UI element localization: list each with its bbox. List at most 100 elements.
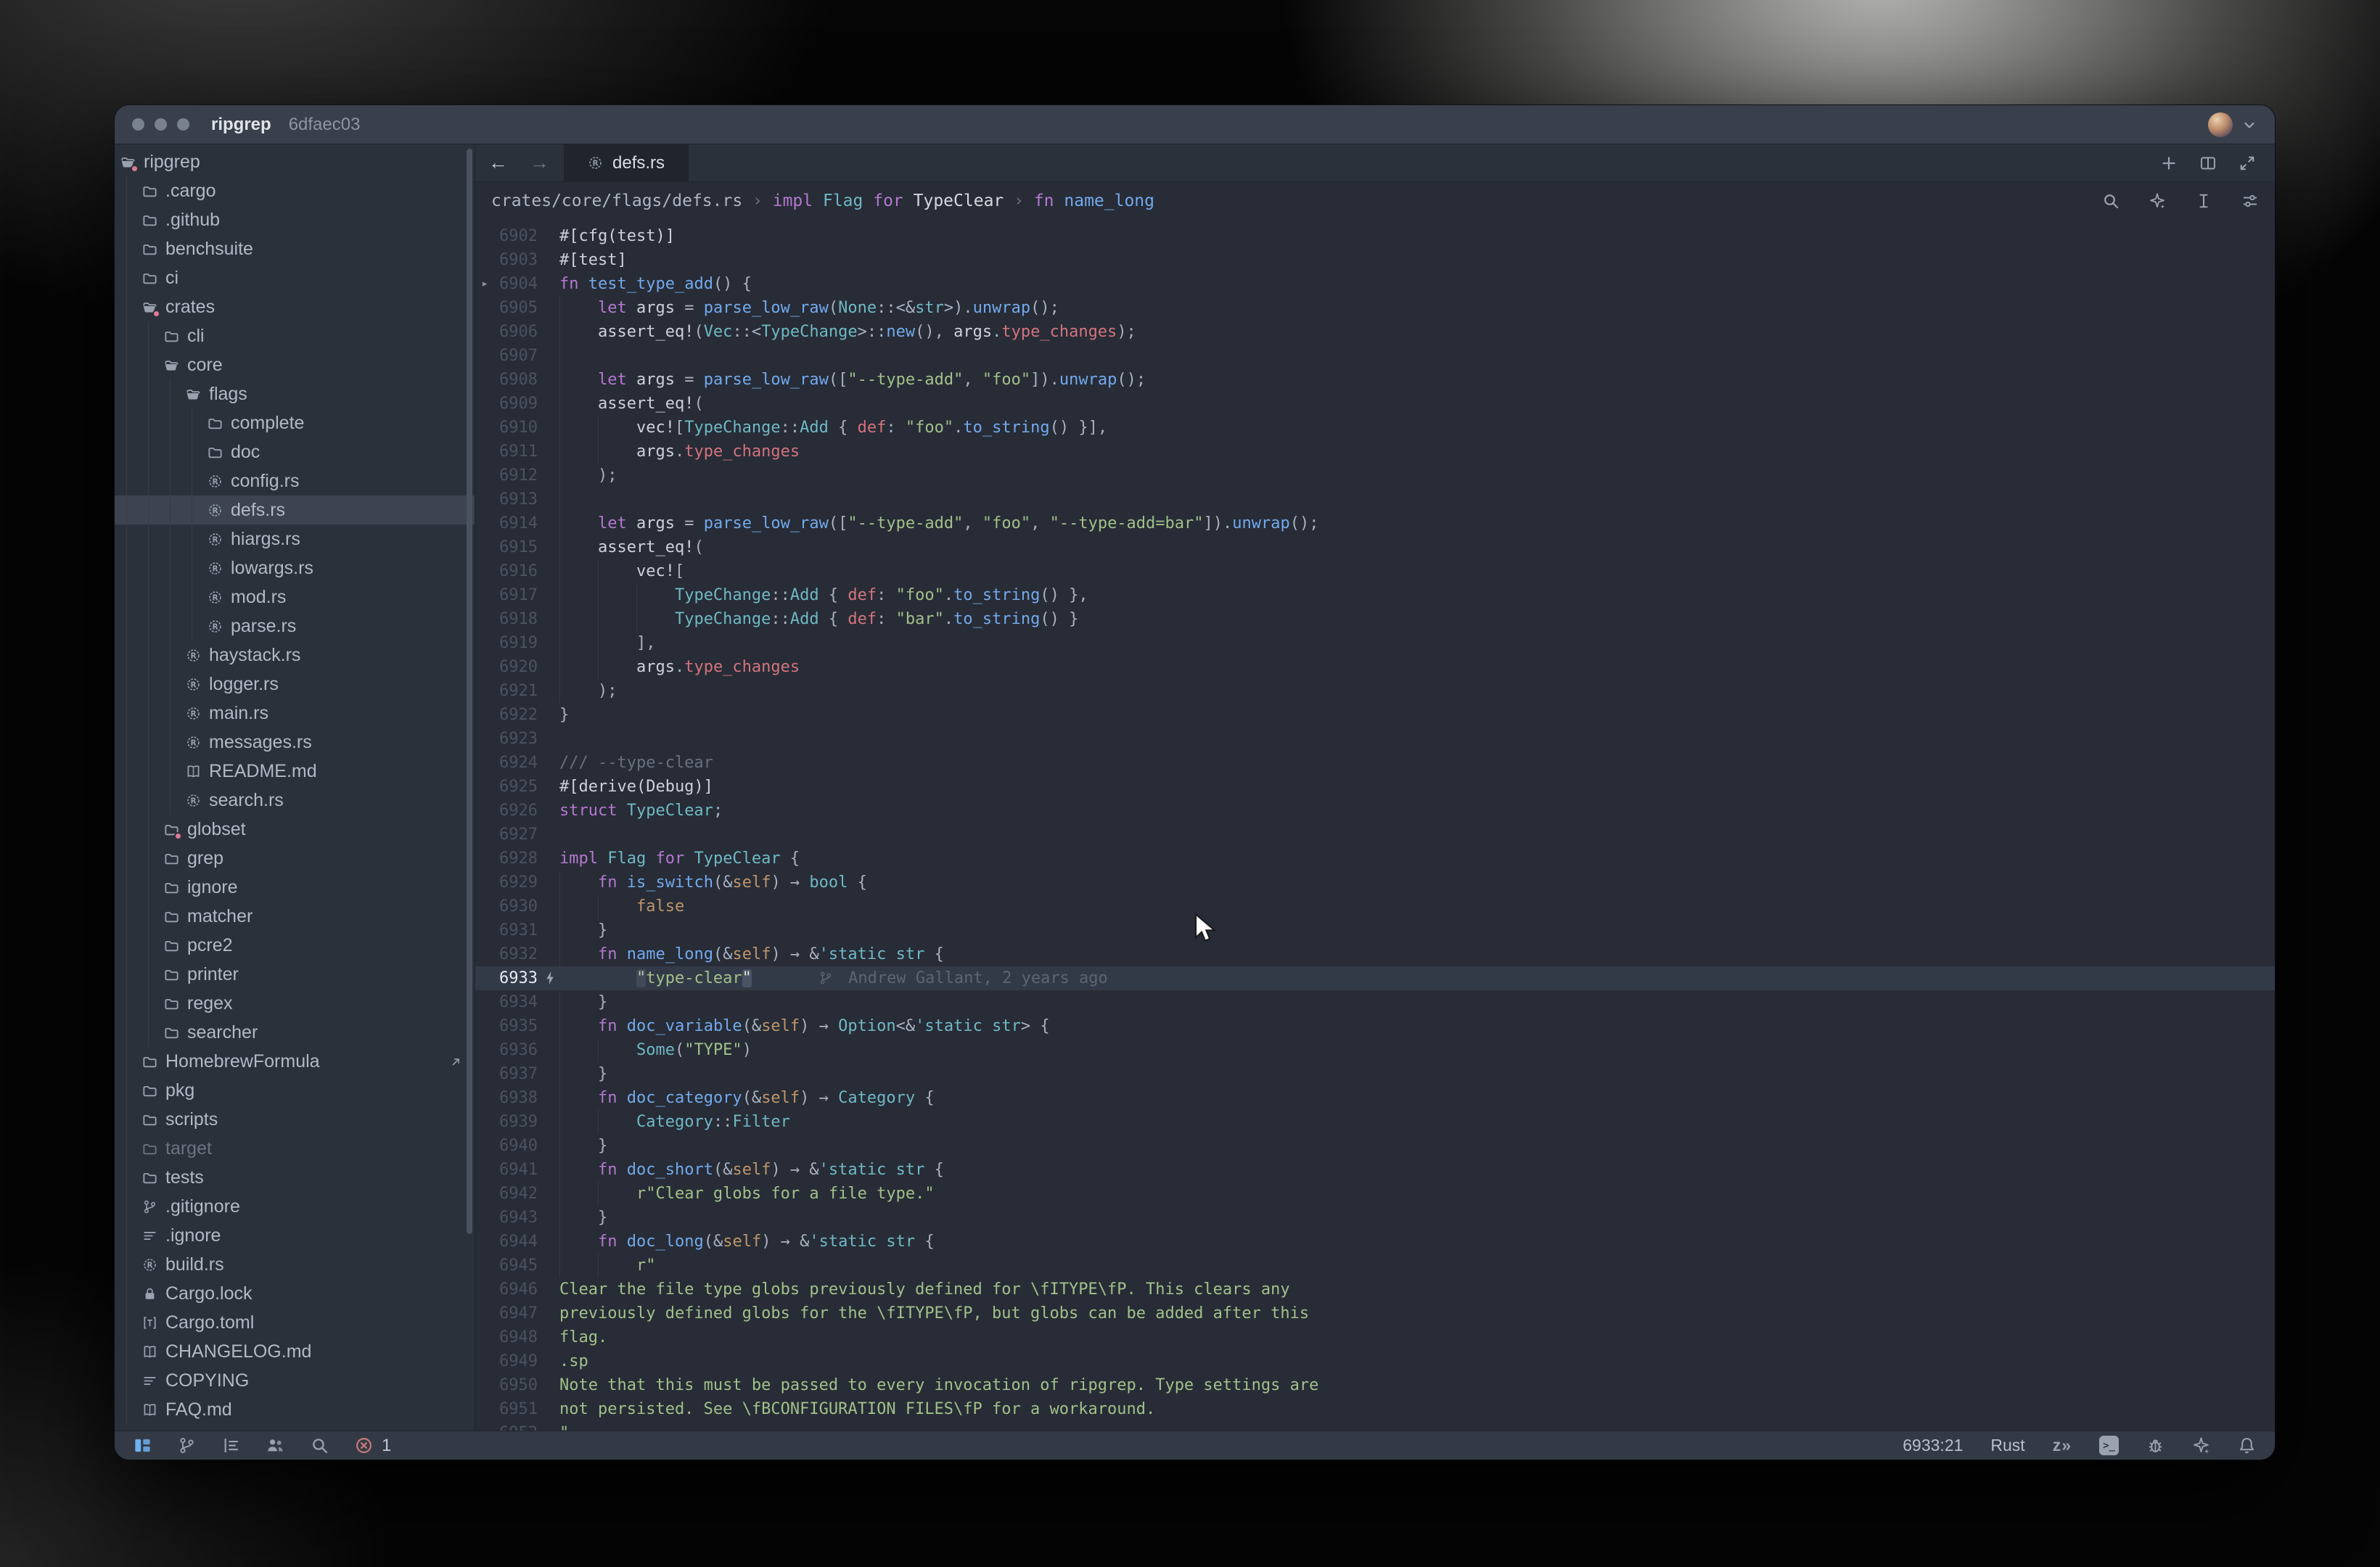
inline-assist-icon[interactable]	[2149, 192, 2166, 210]
code-line[interactable]: 6926struct TypeClear;	[475, 799, 2275, 823]
code-line[interactable]: 6931 }	[475, 918, 2275, 942]
maximize-button[interactable]	[177, 118, 189, 131]
cursor-position[interactable]: 6933:21	[1903, 1436, 1963, 1455]
file-tree-item-lowargs-rs[interactable]: Rlowargs.rs	[115, 554, 475, 583]
file-tree-item-build-rs[interactable]: Rbuild.rs	[115, 1250, 475, 1279]
expand-icon[interactable]	[2239, 155, 2256, 172]
code-line[interactable]: 6915 assert_eq!(	[475, 535, 2275, 559]
code-line[interactable]: 6917 TypeChange::Add { def: "foo".to_str…	[475, 583, 2275, 607]
debug-icon[interactable]	[2146, 1436, 2164, 1455]
code-line[interactable]: 6930 false	[475, 894, 2275, 918]
code-line[interactable]: 6935 fn doc_variable(&self) → Option<&'s…	[475, 1014, 2275, 1038]
code-line[interactable]: 6947previously defined globs for the \fI…	[475, 1301, 2275, 1325]
project-title[interactable]: ripgrep	[211, 115, 271, 135]
code-line[interactable]: 6938 fn doc_category(&self) → Category {	[475, 1086, 2275, 1110]
code-line[interactable]: 6905 let args = parse_low_raw(None::<&st…	[475, 296, 2275, 320]
file-tree-item-cli[interactable]: cli	[115, 321, 475, 350]
code-line[interactable]: 6907	[475, 344, 2275, 368]
code-line[interactable]: 6923	[475, 727, 2275, 751]
file-tree-item-globset[interactable]: globset	[115, 815, 475, 844]
code-line[interactable]: 6918 TypeChange::Add { def: "bar".to_str…	[475, 607, 2275, 631]
file-tree-item-mod-rs[interactable]: Rmod.rs	[115, 583, 475, 612]
code-line[interactable]: 6919 ],	[475, 631, 2275, 655]
code-line[interactable]: 6929 fn is_switch(&self) → bool {	[475, 871, 2275, 894]
code-line[interactable]: 6946Clear the file type globs previously…	[475, 1278, 2275, 1301]
terminal-icon[interactable]: >_	[2099, 1436, 2119, 1455]
code-line[interactable]: 6932 fn name_long(&self) → &'static str …	[475, 942, 2275, 966]
edit-prediction-icon[interactable]: z»	[2053, 1436, 2072, 1455]
file-tree-item--ignore[interactable]: .ignore	[115, 1221, 475, 1250]
assistant-icon[interactable]	[2192, 1436, 2210, 1455]
file-tree-item-target[interactable]: target	[115, 1134, 475, 1163]
code-line[interactable]: 6921 );	[475, 679, 2275, 703]
file-tree-item-grep[interactable]: grep	[115, 844, 475, 873]
file-tree-item-ripgrep[interactable]: ripgrep	[115, 147, 475, 176]
code-line[interactable]: 6912 );	[475, 464, 2275, 488]
fold-arrow-icon[interactable]: ▸	[481, 272, 488, 296]
file-tree-item-homebrewformula[interactable]: HomebrewFormula	[115, 1047, 475, 1076]
code-line[interactable]: 6952"	[475, 1421, 2275, 1431]
code-line[interactable]: 6909 assert_eq!(	[475, 392, 2275, 416]
file-tree-item-regex[interactable]: regex	[115, 989, 475, 1018]
code-line[interactable]: 6948flag.	[475, 1325, 2275, 1349]
file-tree-item-printer[interactable]: printer	[115, 960, 475, 989]
outline-panel-icon[interactable]	[222, 1436, 240, 1455]
code-line[interactable]: 6911 args.type_changes	[475, 440, 2275, 464]
collab-panel-icon[interactable]	[266, 1436, 284, 1455]
file-tree-item-flags[interactable]: flags	[115, 379, 475, 408]
code-line[interactable]: 6950Note that this must be passed to eve…	[475, 1373, 2275, 1397]
close-button[interactable]	[132, 118, 144, 131]
file-tree-item-ci[interactable]: ci	[115, 263, 475, 292]
cursor-icon[interactable]	[2195, 192, 2212, 210]
code-line[interactable]: 6944 fn doc_long(&self) → &'static str {	[475, 1230, 2275, 1254]
chevron-down-icon[interactable]	[2241, 117, 2257, 133]
file-tree-item-benchsuite[interactable]: benchsuite	[115, 234, 475, 263]
code-area[interactable]: 6902#[cfg(test)]6903#[test]6904▸fn test_…	[475, 220, 2275, 1431]
code-line[interactable]: 6939 Category::Filter	[475, 1110, 2275, 1134]
file-tree-item-parse-rs[interactable]: Rparse.rs	[115, 612, 475, 641]
code-line[interactable]: 6940 }	[475, 1134, 2275, 1158]
file-tree-item-searcher[interactable]: searcher	[115, 1018, 475, 1047]
file-tree-item-defs-rs[interactable]: Rdefs.rs	[115, 495, 475, 525]
code-line[interactable]: 6945 r"	[475, 1254, 2275, 1278]
minimize-button[interactable]	[155, 118, 167, 131]
breadcrumb[interactable]: crates/core/flags/defs.rs › impl Flag fo…	[475, 182, 2275, 220]
code-action-icon[interactable]	[542, 970, 558, 986]
file-tree-item-complete[interactable]: complete	[115, 408, 475, 437]
git-panel-icon[interactable]	[178, 1436, 196, 1455]
code-line[interactable]: 6951not persisted. See \fBCONFIGURATION …	[475, 1397, 2275, 1421]
file-tree-item-search-rs[interactable]: Rsearch.rs	[115, 786, 475, 815]
file-tree-item--gitignore[interactable]: .gitignore	[115, 1192, 475, 1221]
code-line[interactable]: 6902#[cfg(test)]	[475, 224, 2275, 248]
code-line[interactable]: 6910 vec![TypeChange::Add { def: "foo".t…	[475, 416, 2275, 440]
file-tree-item-logger-rs[interactable]: Rlogger.rs	[115, 670, 475, 699]
panel-scrollbar[interactable]	[467, 149, 472, 1234]
file-tree-item-copying[interactable]: COPYING	[115, 1366, 475, 1395]
language-selector[interactable]: Rust	[1990, 1436, 2024, 1455]
file-tree-item-main-rs[interactable]: Rmain.rs	[115, 699, 475, 728]
file-tree-item-ignore[interactable]: ignore	[115, 873, 475, 902]
file-tree-item-messages-rs[interactable]: Rmessages.rs	[115, 728, 475, 757]
code-line[interactable]: 6903#[test]	[475, 248, 2275, 272]
file-tree-item-changelog-md[interactable]: CHANGELOG.md	[115, 1337, 475, 1366]
buffer-search-icon[interactable]	[2102, 192, 2120, 210]
editor-settings-icon[interactable]	[2241, 192, 2259, 210]
file-tree-item-config-rs[interactable]: Rconfig.rs	[115, 466, 475, 495]
file-tree-item-crates[interactable]: crates	[115, 292, 475, 321]
search-icon[interactable]	[311, 1436, 329, 1455]
commit-hash[interactable]: 6dfaec03	[289, 115, 361, 135]
file-tree-item-doc[interactable]: doc	[115, 437, 475, 466]
file-tree-item-scripts[interactable]: scripts	[115, 1105, 475, 1134]
code-line[interactable]: 6906 assert_eq!(Vec::<TypeChange>::new()…	[475, 320, 2275, 344]
file-tree-item-pcre2[interactable]: pcre2	[115, 931, 475, 960]
file-tree-item-cargo-toml[interactable]: Cargo.toml	[115, 1308, 475, 1337]
git-blame-inline[interactable]: Andrew Gallant, 2 years ago	[818, 969, 1108, 987]
code-line[interactable]: 6924/// --type-clear	[475, 751, 2275, 775]
code-line[interactable]: 6943 }	[475, 1206, 2275, 1230]
project-panel-toggle-icon[interactable]	[134, 1436, 152, 1455]
code-line[interactable]: 6908 let args = parse_low_raw(["--type-a…	[475, 368, 2275, 392]
user-avatar[interactable]	[2208, 112, 2233, 137]
code-line[interactable]: 6916 vec![	[475, 559, 2275, 583]
code-line[interactable]: 6936 Some("TYPE")	[475, 1038, 2275, 1062]
code-line[interactable]: 6927	[475, 823, 2275, 847]
